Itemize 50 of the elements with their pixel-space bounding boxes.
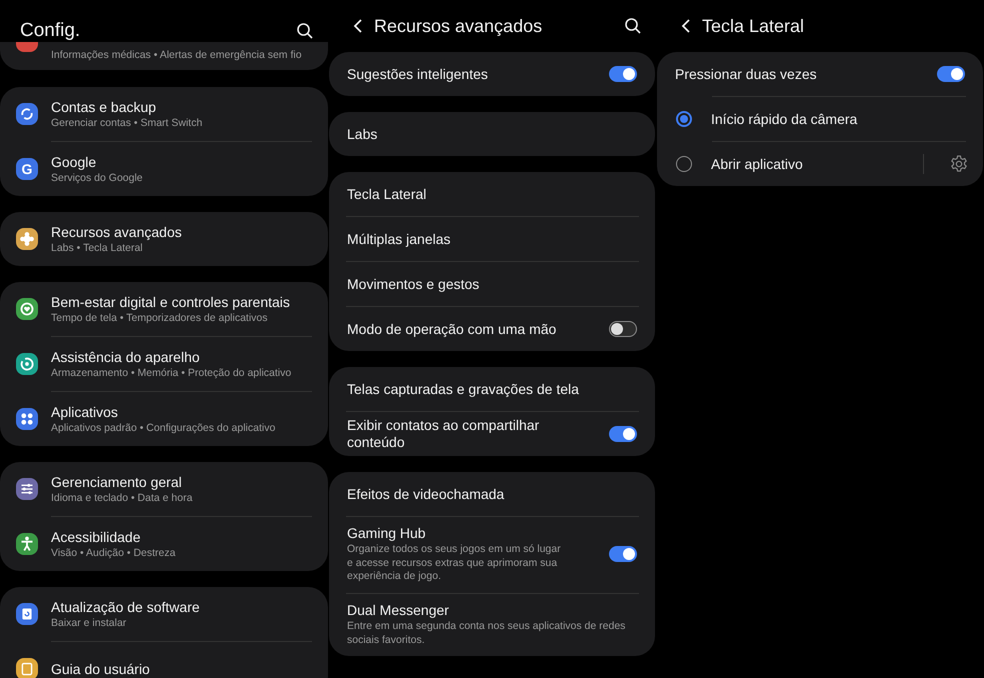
toggle-switch[interactable] xyxy=(609,426,637,442)
setting-description: Entre em uma segunda conta nos seus aplicativos de redes sociais favoritos. xyxy=(347,620,626,648)
menu-item-subtitle: Visão • Audição • Destreza xyxy=(51,547,176,559)
menu-item-title[interactable]: Contas e backup xyxy=(51,99,202,115)
menu-item-title[interactable]: Acessibilidade xyxy=(51,529,176,545)
setting-description: Organize todos os seus jogos em um só lugar e acesse recursos extras que aprimoram sua experiência de jogo. xyxy=(347,543,562,584)
menu-item-title[interactable]: Aplicativos xyxy=(51,404,276,420)
search-icon[interactable] xyxy=(624,17,642,35)
setting-title[interactable]: Sugestões inteligentes xyxy=(347,66,597,82)
menu-item-title[interactable]: Gerenciamento geral xyxy=(51,474,192,490)
setting-title[interactable]: Tecla Lateral xyxy=(347,186,637,202)
radio-button[interactable] xyxy=(676,156,692,172)
option-label[interactable]: Abrir aplicativo xyxy=(711,156,904,172)
toggle-switch[interactable] xyxy=(937,66,965,82)
option-label[interactable]: Início rápido da câmera xyxy=(711,111,969,127)
menu-item-title[interactable]: Guia do usuário xyxy=(51,661,150,677)
setting-title[interactable]: Pressionar duas vezes xyxy=(675,66,925,82)
menu-item-subtitle: Informações médicas • Alertas de emergência sem fio xyxy=(51,49,302,61)
menu-item-title[interactable]: Assistência do aparelho xyxy=(51,349,292,365)
menu-item-title[interactable]: Recursos avançados xyxy=(51,224,182,240)
setting-title[interactable]: Movimentos e gestos xyxy=(347,276,637,292)
setting-title[interactable]: Gaming Hub xyxy=(347,525,597,541)
g-letter-icon: G xyxy=(16,158,38,180)
radio-button[interactable] xyxy=(676,111,692,127)
menu-item-subtitle: Aplicativos padrão • Configurações do aplicativo xyxy=(51,422,276,434)
toggle-switch[interactable] xyxy=(609,321,637,337)
menu-item-subtitle: Armazenamento • Memória • Proteção do aplicativo xyxy=(51,367,292,379)
menu-item-subtitle: Labs • Tecla Lateral xyxy=(51,242,144,254)
setting-title[interactable]: Telas capturadas e gravações de tela xyxy=(347,381,637,397)
menu-item-title[interactable]: Bem-estar digital e controles parentais xyxy=(51,294,290,310)
setting-title[interactable]: Modo de operação com uma mão xyxy=(347,321,597,337)
menu-item-title[interactable]: Google xyxy=(51,154,143,170)
toggle-switch[interactable] xyxy=(609,66,637,82)
menu-item-subtitle: Serviços do Google xyxy=(51,172,143,184)
screen-title: Recursos avançados xyxy=(374,16,544,36)
setting-title[interactable]: Efeitos de videochamada xyxy=(347,486,637,502)
menu-item-subtitle: Tempo de tela • Temporizadores de aplicativos xyxy=(51,312,269,324)
setting-title[interactable]: Dual Messenger xyxy=(347,602,637,618)
setting-title[interactable]: Exibir contatos ao compartilhar conteúdo xyxy=(347,417,557,451)
menu-item-title[interactable]: Atualização de software xyxy=(51,599,200,615)
setting-title[interactable]: Labs xyxy=(347,126,637,142)
menu-item-subtitle: Baixar e instalar xyxy=(51,617,128,629)
screen-title: Config. xyxy=(20,20,82,42)
screen-title: Tecla Lateral xyxy=(702,16,806,36)
setting-title[interactable]: Múltiplas janelas xyxy=(347,231,637,247)
settings-icon[interactable] xyxy=(949,154,969,174)
toggle-switch[interactable] xyxy=(609,546,637,562)
search-icon[interactable] xyxy=(296,22,314,40)
menu-item-subtitle: Gerenciar contas • Smart Switch xyxy=(51,117,202,129)
menu-item-subtitle: Idioma e teclado • Data e hora xyxy=(51,492,192,504)
